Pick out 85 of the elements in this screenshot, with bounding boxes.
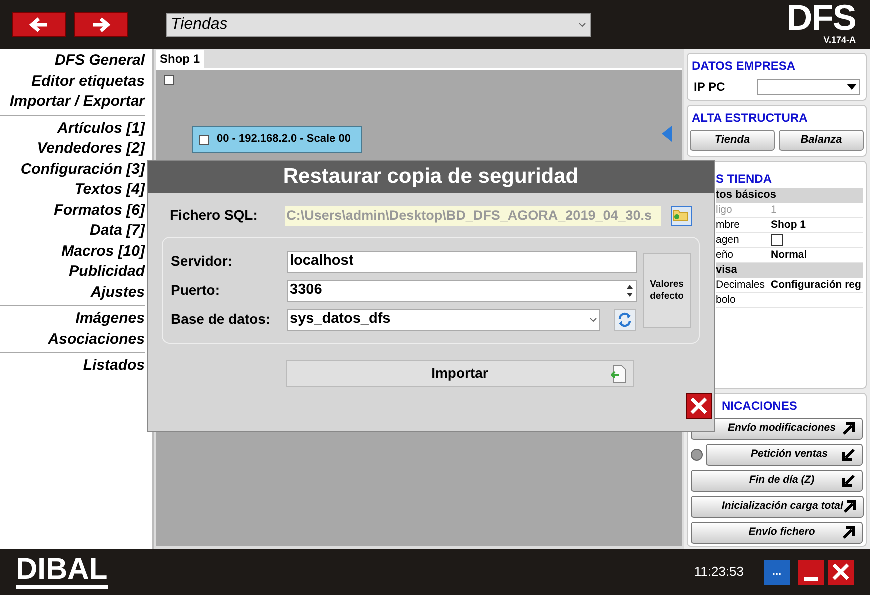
property-value: 1 xyxy=(770,203,777,217)
arrow-right-icon xyxy=(91,16,111,32)
field-label: IP PC xyxy=(694,79,726,96)
arrow-down-left-icon xyxy=(842,448,856,462)
sidebar-item[interactable]: Textos [4] xyxy=(0,180,145,200)
add-button[interactable]: Tienda xyxy=(690,130,775,151)
server-field[interactable]: localhost xyxy=(287,250,637,272)
port-field[interactable]: 3306 xyxy=(287,280,637,302)
section-title: ALTA ESTRUCTURA xyxy=(691,110,809,127)
refresh-button[interactable] xyxy=(614,308,636,330)
section-title: NICACIONES xyxy=(721,398,798,415)
more-button[interactable]: ... xyxy=(764,560,790,584)
section-select[interactable]: Tiendas xyxy=(166,12,591,36)
close-icon xyxy=(690,397,708,415)
chevron-icon xyxy=(579,22,586,26)
sidebar-item[interactable]: Publicidad xyxy=(0,262,145,282)
import-button[interactable]: Importar xyxy=(286,360,634,387)
scale-node[interactable]: 00 - 192.168.2.0 - Scale 00 xyxy=(192,126,362,153)
checkbox[interactable] xyxy=(199,134,209,144)
sidebar-item[interactable]: Listados xyxy=(0,356,145,376)
minimize-button[interactable] xyxy=(798,560,824,584)
checkbox[interactable] xyxy=(771,234,783,246)
sidebar-item[interactable]: Importar / Exportar xyxy=(0,92,145,112)
dialog-title: Restaurar copia de seguridad xyxy=(148,161,714,193)
sidebar-item[interactable]: Macros [10] xyxy=(0,242,145,262)
logo: DFS xyxy=(786,2,856,34)
forward-button[interactable] xyxy=(74,12,128,37)
arrow-up-right-icon xyxy=(843,500,858,514)
back-button[interactable] xyxy=(12,12,66,37)
property-value: Configuración reg xyxy=(770,278,862,292)
close-button[interactable] xyxy=(686,393,712,419)
dropdown-triangle-icon xyxy=(847,84,857,90)
sidebar-item[interactable]: Data [7] xyxy=(0,221,145,242)
minimize-icon xyxy=(804,576,818,580)
defaults-button[interactable]: Valores defecto xyxy=(643,253,691,328)
arrow-up-right-icon xyxy=(842,422,856,436)
send-button[interactable]: Envío modificaciones xyxy=(691,418,863,440)
sidebar-item[interactable]: Ajustes xyxy=(0,282,145,303)
add-button[interactable]: Balanza xyxy=(779,130,864,151)
send-button[interactable]: Fin de día (Z) xyxy=(691,470,863,492)
refresh-icon xyxy=(617,312,633,328)
ip-select[interactable] xyxy=(757,79,860,95)
arrow-up-right-icon xyxy=(842,526,856,540)
property-label: ligo xyxy=(716,203,734,217)
field-label: Fichero SQL: xyxy=(170,206,259,225)
sidebar-item[interactable]: Editor etiquetas xyxy=(0,72,145,92)
sidebar-item[interactable]: Formatos [6] xyxy=(0,200,145,221)
folder-icon xyxy=(673,209,690,222)
property-value: Normal xyxy=(770,248,808,262)
sidebar-item[interactable]: Artículos [1] xyxy=(0,118,145,139)
property-label: eño xyxy=(716,248,735,262)
checkbox[interactable] xyxy=(164,75,174,85)
close-button[interactable] xyxy=(828,560,854,584)
property-group: tos básicos xyxy=(716,188,863,203)
sidebar-item[interactable]: Imágenes xyxy=(0,309,145,330)
version-label: V.174-A xyxy=(824,34,856,47)
property-value: Shop 1 xyxy=(770,218,806,232)
field-label: Servidor: xyxy=(171,252,234,271)
send-button[interactable]: Petición ventas xyxy=(706,444,863,466)
property-label: mbre xyxy=(716,218,741,232)
sidebar-item[interactable]: Configuración [3] xyxy=(0,160,145,180)
tab[interactable]: Shop 1 xyxy=(156,50,204,68)
arrow-left-icon xyxy=(29,16,49,32)
property-label: agen xyxy=(716,233,740,247)
property-label: bolo xyxy=(716,293,737,307)
field-label: Puerto: xyxy=(171,281,221,300)
logo: DIBAL xyxy=(16,555,108,589)
close-icon xyxy=(832,563,850,581)
sidebar-item[interactable]: Asociaciones xyxy=(0,330,145,350)
property-label: Decimales xyxy=(716,278,766,292)
node-label: 00 - 192.168.2.0 - Scale 00 xyxy=(217,132,351,148)
arrow-down-left-icon xyxy=(842,474,856,488)
send-button[interactable]: Envío fichero xyxy=(691,522,863,544)
property-group: visa xyxy=(716,263,863,278)
browse-button[interactable] xyxy=(670,206,692,226)
import-file-icon xyxy=(611,365,627,384)
chevron-icon xyxy=(590,318,597,322)
field-label: Base de datos: xyxy=(171,310,272,329)
send-button[interactable]: Inicialización carga total xyxy=(691,496,864,518)
section-title: S TIENDA xyxy=(716,172,774,186)
sidebar-item[interactable]: Vendedores [2] xyxy=(0,139,145,160)
database-select[interactable]: sys_datos_dfs xyxy=(287,308,600,330)
section-title: DATOS EMPRESA xyxy=(691,58,797,75)
sidebar-item[interactable]: DFS General xyxy=(0,51,145,72)
clock: 11:23:53 xyxy=(694,563,744,582)
